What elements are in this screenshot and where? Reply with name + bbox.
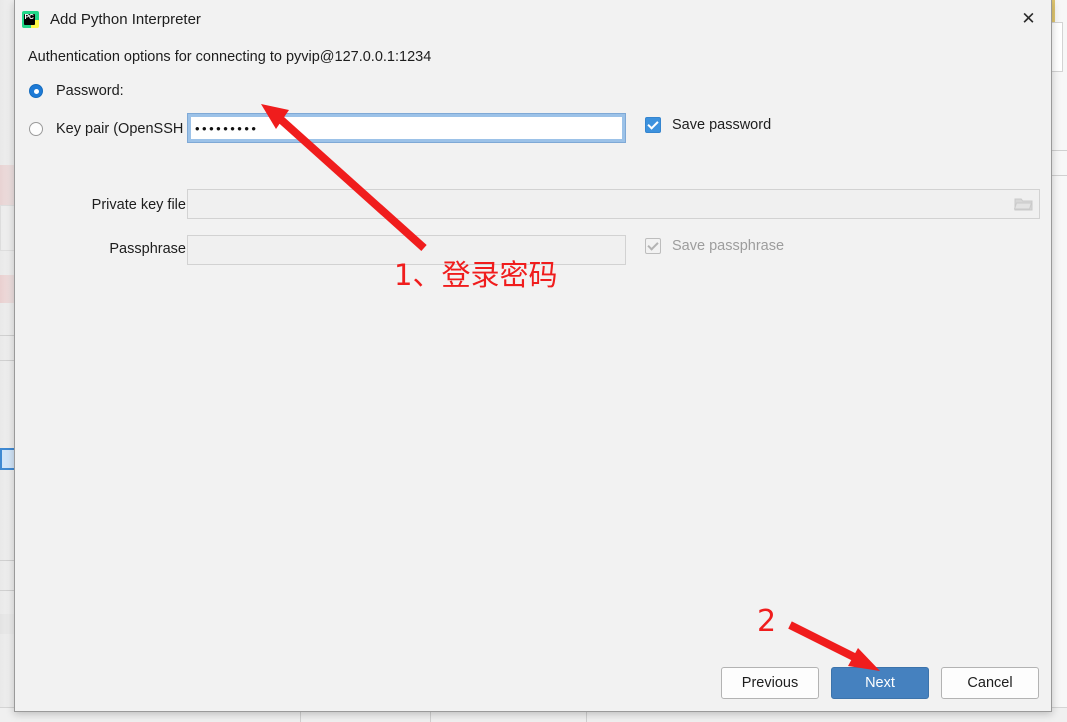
save-passphrase-checkbox-row: Save passphrase [645,238,784,254]
previous-button[interactable]: Previous [721,667,819,699]
dialog-titlebar: PC Add Python Interpreter ✕ [15,0,1051,39]
password-input[interactable]: ••••••••• [187,113,626,143]
dialog-body: Authentication options for connecting to… [15,39,1051,712]
dialog-footer: Previous Next Cancel [15,656,1051,712]
dialog-subtitle: Authentication options for connecting to… [28,49,432,65]
next-button[interactable]: Next [831,667,929,699]
save-password-checkbox-row[interactable]: Save password [645,117,771,133]
save-passphrase-label: Save passphrase [672,238,785,254]
pycharm-icon: PC [22,11,39,28]
private-key-file-label: Private key file: [91,197,190,213]
close-icon[interactable]: ✕ [1006,0,1051,38]
save-password-checkbox[interactable] [645,117,661,133]
passphrase-label: Passphrase: [109,241,190,257]
dialog-title: Add Python Interpreter [50,11,201,28]
passphrase-input[interactable] [187,235,626,265]
radio-password-icon[interactable] [29,84,43,98]
private-key-file-input[interactable] [187,189,1040,219]
save-passphrase-checkbox [645,238,661,254]
cancel-button[interactable]: Cancel [941,667,1039,699]
add-python-interpreter-dialog: PC Add Python Interpreter ✕ Authenticati… [14,0,1052,712]
pycharm-icon-text: PC [24,13,34,21]
radio-keypair-icon[interactable] [29,122,43,136]
save-password-label: Save password [672,117,772,133]
radio-password-label: Password: [56,83,124,99]
radio-option-password[interactable]: Password: [29,83,124,99]
folder-icon[interactable] [1014,197,1033,212]
